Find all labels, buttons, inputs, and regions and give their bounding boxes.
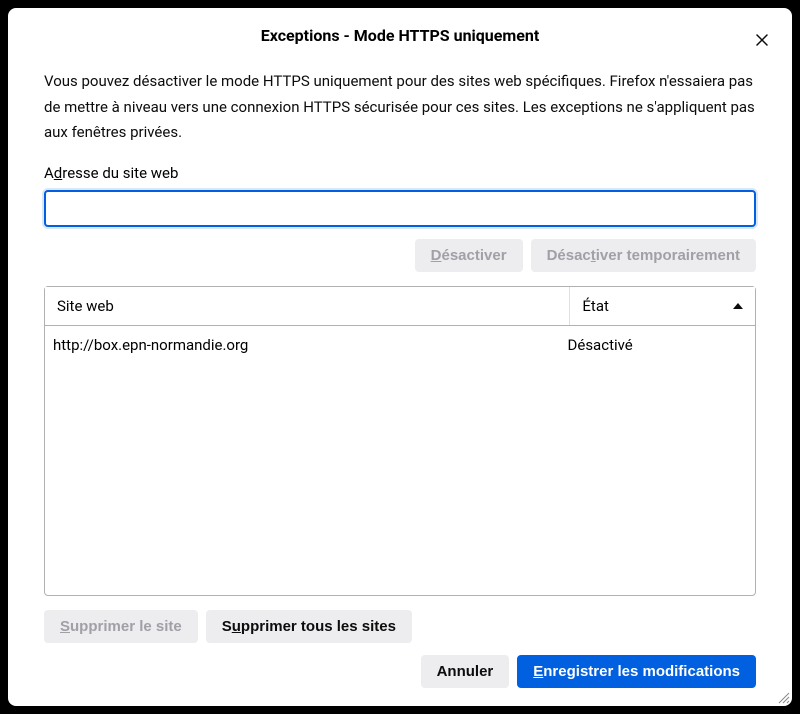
exceptions-dialog: Exceptions - Mode HTTPS uniquement Vous … [8, 8, 792, 706]
dialog-title: Exceptions - Mode HTTPS uniquement [261, 26, 540, 45]
address-input[interactable] [44, 190, 756, 227]
column-state[interactable]: État [570, 287, 755, 325]
description-text: Vous pouvez désactiver le mode HTTPS uni… [44, 69, 756, 146]
table-row[interactable]: http://box.epn-normandie.org Désactivé [45, 326, 755, 364]
remove-all-sites-button[interactable]: Supprimer tous les sites [206, 610, 412, 643]
cell-site: http://box.epn-normandie.org [51, 336, 568, 354]
dialog-content: Vous pouvez désactiver le mode HTTPS uni… [8, 57, 792, 643]
dialog-header: Exceptions - Mode HTTPS uniquement [8, 8, 792, 57]
column-site[interactable]: Site web [45, 287, 570, 325]
resize-grip-icon[interactable] [778, 692, 790, 704]
table-body: http://box.epn-normandie.org Désactivé [45, 326, 755, 596]
cancel-button[interactable]: Annuler [421, 655, 510, 688]
save-button[interactable]: Enregistrer les modifications [517, 655, 756, 688]
disable-button[interactable]: Désactiver [415, 239, 523, 272]
disable-temporary-button[interactable]: Désactiver temporairement [531, 239, 756, 272]
action-row: Désactiver Désactiver temporairement [44, 239, 756, 272]
list-actions: Supprimer le site Supprimer tous les sit… [44, 610, 756, 643]
remove-site-button[interactable]: Supprimer le site [44, 610, 198, 643]
sort-ascending-icon [733, 303, 743, 309]
cell-state: Désactivé [568, 336, 749, 354]
address-label: Adresse du site web [44, 164, 756, 182]
close-icon [754, 32, 770, 48]
dialog-footer: Annuler Enregistrer les modifications [8, 643, 792, 706]
close-button[interactable] [752, 30, 772, 50]
table-header: Site web État [45, 287, 755, 326]
exceptions-table: Site web État http://box.epn-normandie.o… [44, 286, 756, 597]
